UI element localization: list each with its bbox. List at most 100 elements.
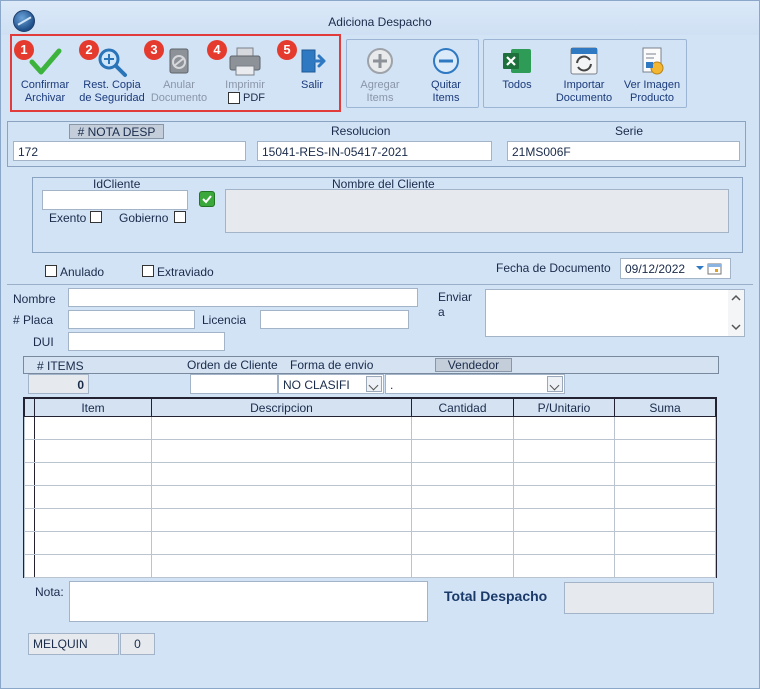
view-image-label-1: Ver Imagen: [623, 79, 681, 91]
table-row[interactable]: [24, 416, 716, 440]
resolucion-label: Resolucion: [331, 124, 391, 138]
vendedor-chevron-down-icon[interactable]: [547, 376, 563, 392]
orden-cliente-field[interactable]: [190, 374, 278, 394]
fecha-documento-label: Fecha de Documento: [496, 261, 611, 275]
badge-2: 2: [79, 40, 99, 60]
minus-circle-icon: [433, 48, 459, 74]
nota-desp-field[interactable]: 172: [13, 141, 246, 161]
exento-checkbox[interactable]: [90, 211, 102, 223]
nombre-cliente-field: [225, 189, 729, 233]
all-label: Todos: [502, 79, 532, 91]
void-document-icon: [169, 48, 189, 74]
plus-circle-icon: [367, 48, 393, 74]
licencia-field[interactable]: [260, 310, 409, 329]
pdf-label: PDF: [243, 92, 265, 104]
nombre-field[interactable]: [68, 288, 418, 307]
all-excel-button[interactable]: Todos: [489, 45, 545, 92]
invoice-icon: [642, 47, 664, 75]
exit-door-icon: [301, 49, 326, 73]
import-label-1: Importar: [563, 79, 605, 91]
nombre-label: Nombre: [13, 292, 56, 306]
forma-envio-label: Forma de envio: [290, 358, 374, 372]
vendedor-label: Vendedor: [435, 358, 512, 372]
enviar-a-label-1: Enviar: [438, 290, 473, 304]
extraviado-checkbox[interactable]: [142, 265, 154, 277]
table-row[interactable]: [24, 462, 716, 486]
grid-header-item[interactable]: Item: [34, 398, 152, 417]
placa-label: # Placa: [13, 313, 54, 327]
grid-header-descripcion[interactable]: Descripcion: [151, 398, 412, 417]
items-count-field: 0: [28, 374, 89, 394]
excel-icon: [503, 49, 531, 73]
vendedor-value: .: [390, 378, 394, 392]
enviar-a-textarea[interactable]: [485, 289, 745, 337]
grid-selector-header: [24, 398, 35, 417]
remove-items-button[interactable]: Quitar Items: [417, 45, 475, 105]
total-despacho-field: [564, 582, 714, 614]
gobierno-checkbox[interactable]: [174, 211, 186, 223]
add-items-label-1: Agregar: [360, 79, 400, 91]
table-row[interactable]: [24, 439, 716, 463]
badge-1: 1: [14, 40, 34, 60]
grid-header-row: Item Descripcion Cantidad P/Unitario Sum…: [24, 398, 716, 417]
nota-label: Nota:: [35, 585, 64, 599]
restore-label-1: Rest. Copia: [83, 79, 141, 91]
table-row[interactable]: [24, 508, 716, 532]
restore-label-2: de Seguridad: [79, 92, 145, 104]
forma-envio-chevron-down-icon[interactable]: [366, 376, 382, 392]
extraviado-label: Extraviado: [157, 265, 214, 279]
grid-header-cantidad[interactable]: Cantidad: [411, 398, 514, 417]
import-document-button[interactable]: Importar Documento: [553, 45, 615, 105]
serie-field[interactable]: 21MS006F: [507, 141, 740, 161]
exit-label: Salir: [300, 79, 323, 91]
licencia-label: Licencia: [202, 313, 247, 327]
enviar-a-label-2: a: [438, 305, 445, 319]
table-row[interactable]: [24, 485, 716, 509]
badge-5: 5: [277, 40, 297, 60]
placa-field[interactable]: [68, 310, 195, 329]
pdf-checkbox[interactable]: [228, 92, 240, 104]
title-bar: Adiciona Despacho: [1, 1, 759, 35]
remove-items-label-1: Quitar: [431, 79, 461, 91]
grid-header-punitario[interactable]: P/Unitario: [513, 398, 615, 417]
table-row[interactable]: [24, 531, 716, 555]
magnify-plus-icon: [98, 48, 127, 77]
vendedor-select[interactable]: .: [385, 374, 565, 394]
textarea-scrollbar[interactable]: [728, 290, 744, 336]
anulado-label: Anulado: [60, 265, 105, 279]
dui-label: DUI: [33, 335, 54, 349]
grid-header-suma[interactable]: Suma: [614, 398, 716, 417]
void-label-2: Documento: [150, 92, 208, 104]
print-label: Imprimir: [225, 79, 265, 91]
gobierno-label: Gobierno: [119, 211, 169, 225]
resolucion-field[interactable]: 15041-RES-IN-05417-2021: [257, 141, 492, 161]
validate-client-icon[interactable]: [199, 191, 215, 207]
user-name-field: MELQUIN: [28, 633, 119, 655]
id-cliente-field[interactable]: [42, 190, 188, 210]
printer-icon: [229, 47, 261, 76]
add-items-label-2: Items: [366, 92, 394, 104]
import-label-2: Documento: [555, 92, 613, 104]
exento-label: Exento: [49, 211, 87, 225]
view-image-label-2: Producto: [629, 92, 675, 104]
view-product-image-button[interactable]: Ver Imagen Producto: [621, 45, 683, 105]
add-items-button[interactable]: Agregar Items: [351, 45, 409, 105]
dui-field[interactable]: [68, 332, 225, 351]
items-grid[interactable]: Item Descripcion Cantidad P/Unitario Sum…: [23, 397, 717, 578]
nota-desp-label: # NOTA DESP: [69, 124, 164, 139]
window-title: Adiciona Despacho: [328, 15, 432, 29]
badge-4: 4: [207, 40, 227, 60]
serie-label: Serie: [615, 124, 644, 138]
confirm-label-2: Archivar: [24, 92, 66, 104]
table-row[interactable]: [24, 554, 716, 578]
void-label-1: Anular: [163, 79, 195, 91]
remove-items-label-2: Items: [432, 92, 460, 104]
nota-textarea[interactable]: [69, 581, 428, 622]
fecha-documento-value: 09/12/2022: [625, 262, 686, 276]
id-cliente-label: IdCliente: [93, 177, 141, 191]
calendar-dropdown-icon[interactable]: [695, 263, 725, 275]
forma-envio-value: NO CLASIFI: [283, 378, 350, 392]
anulado-checkbox[interactable]: [45, 265, 57, 277]
confirm-label-1: Confirmar: [20, 79, 70, 91]
items-count-label: # ITEMS: [37, 359, 84, 373]
